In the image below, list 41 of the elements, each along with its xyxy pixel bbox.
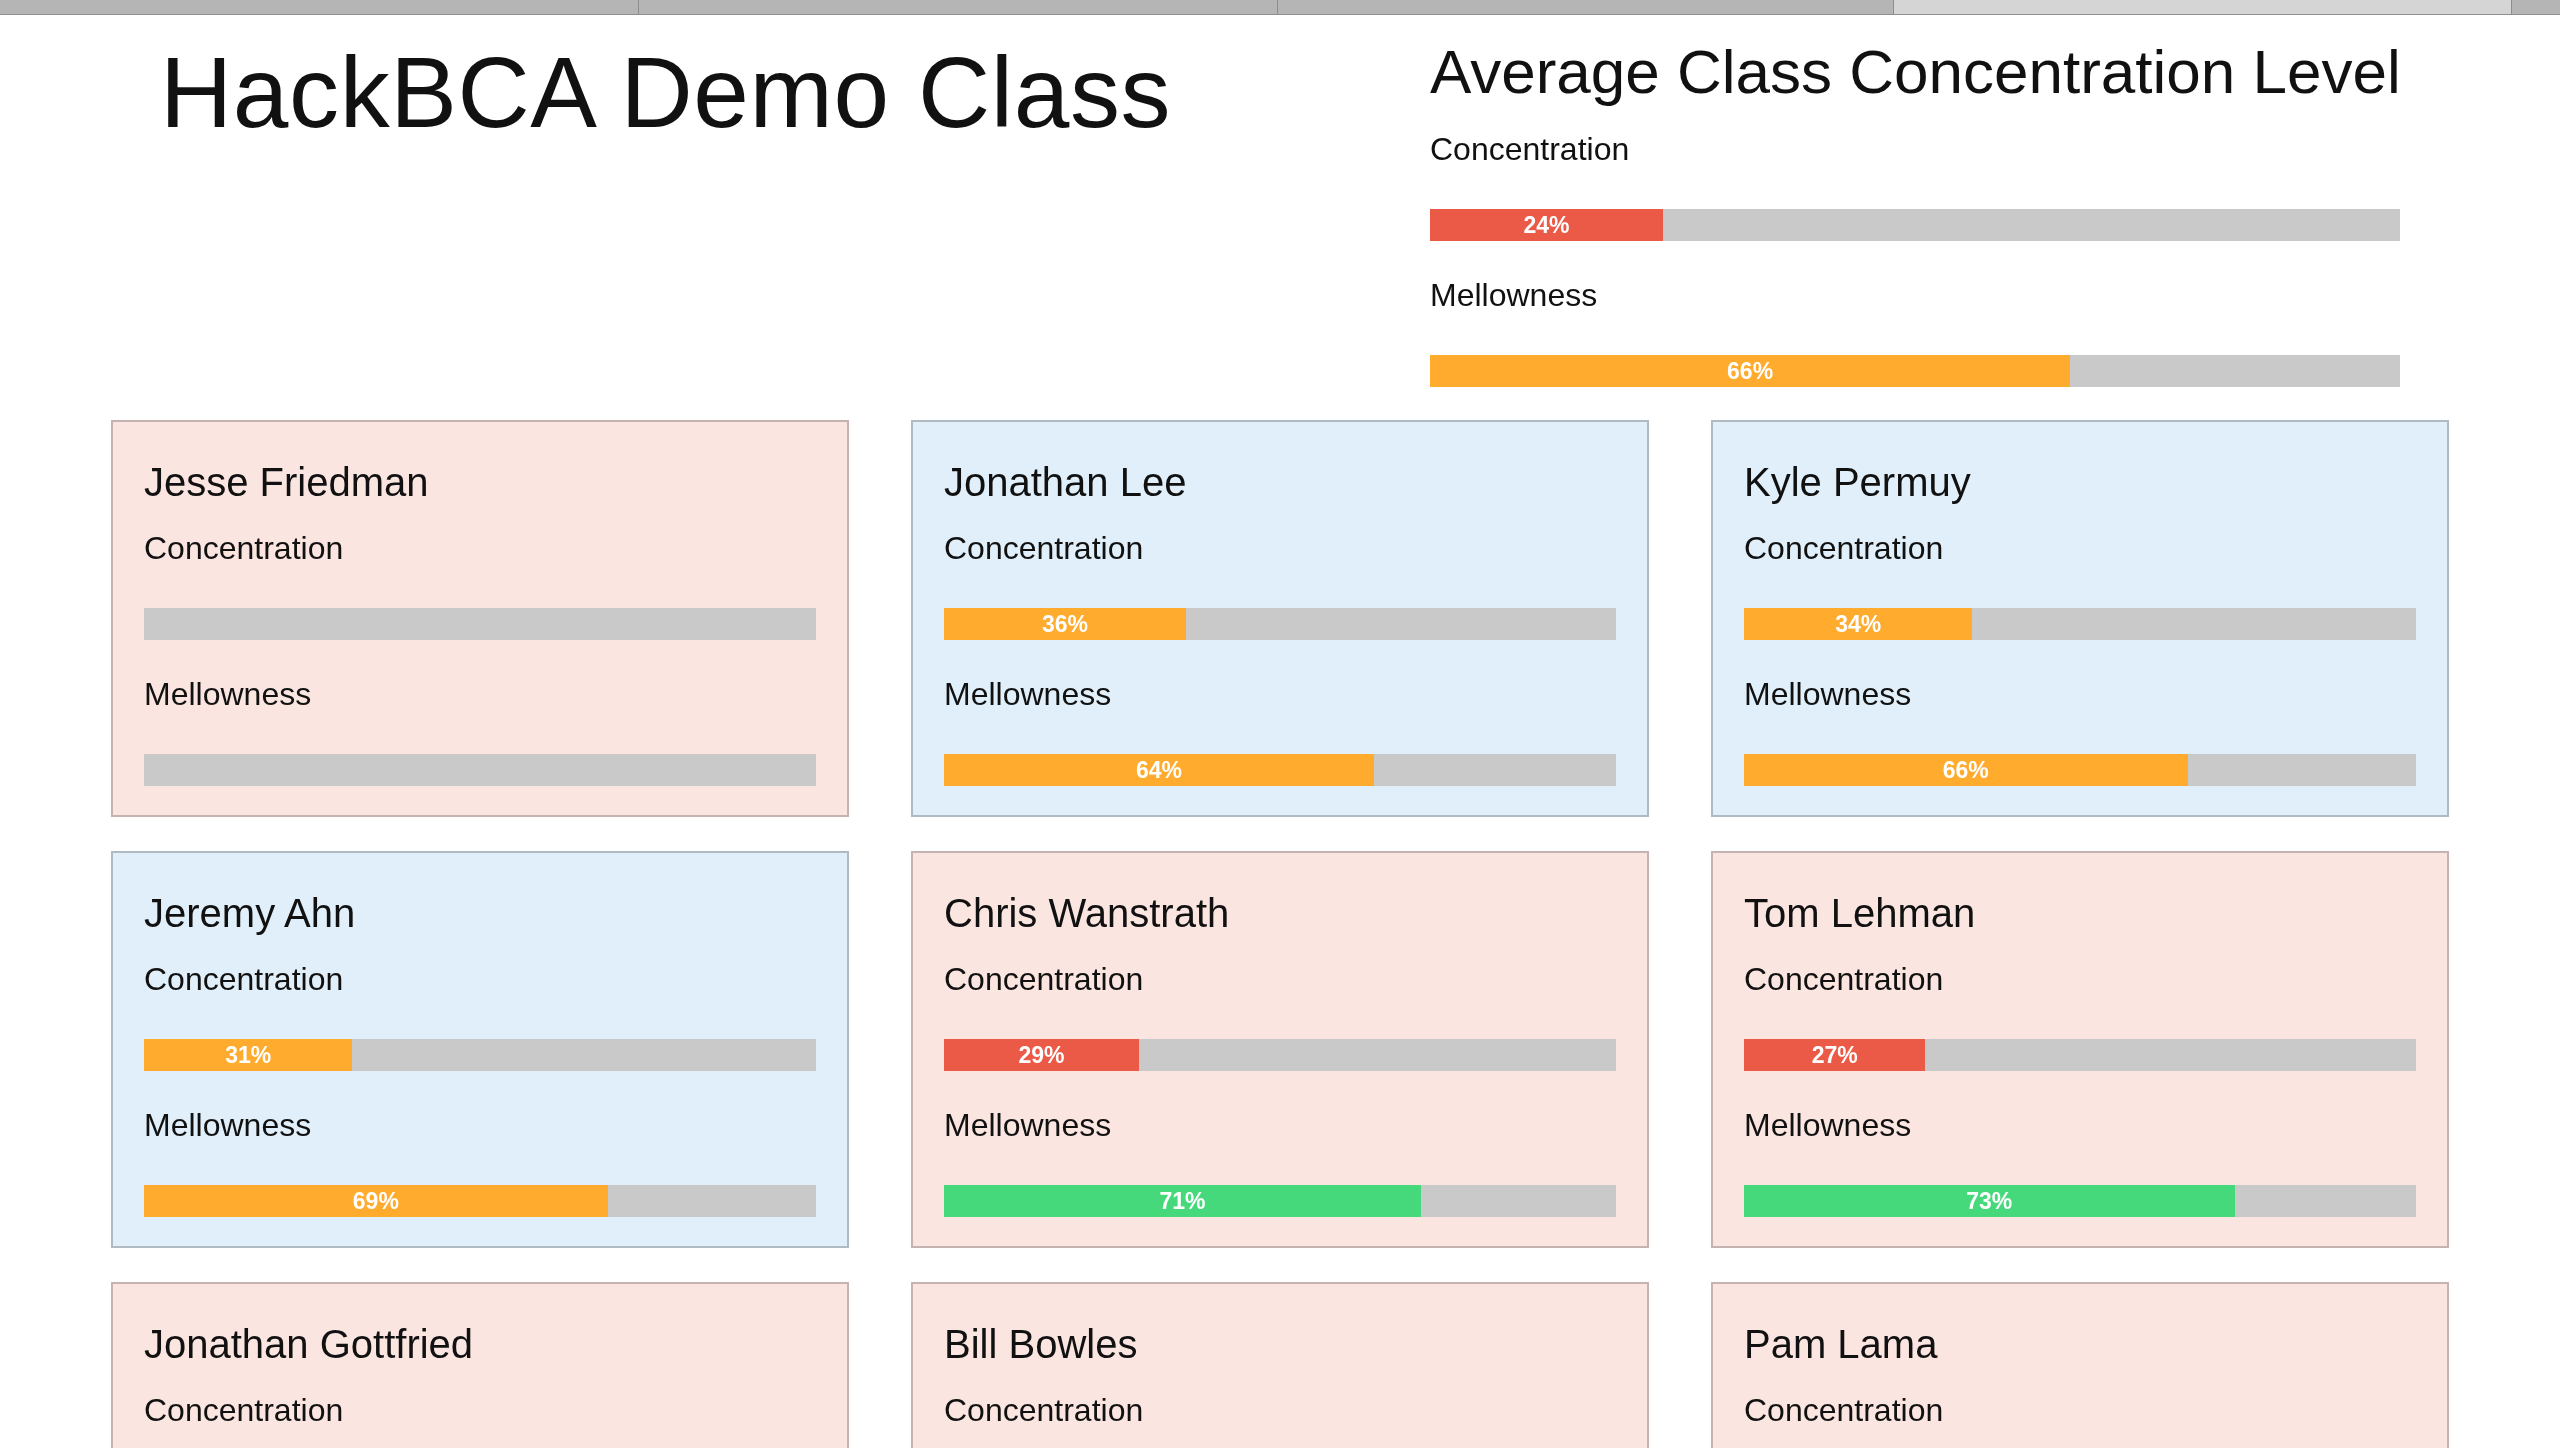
percent-label: 64% — [1136, 756, 1183, 784]
metric-label: Mellowness — [944, 1106, 1112, 1145]
metric-label: Concentration — [944, 960, 1144, 999]
metric-label: Concentration — [1744, 529, 1944, 568]
percent-label: 73% — [1966, 1187, 2013, 1215]
percent-label: 27% — [1811, 1041, 1858, 1069]
metric-label: Concentration — [144, 960, 344, 999]
average-heading: Average Class Concentration Level — [1430, 37, 2401, 107]
percent-label: 71% — [1159, 1187, 1206, 1215]
metric-label: Concentration — [144, 529, 344, 568]
percent-label: 66% — [1727, 357, 1774, 385]
metric-label: Concentration — [1744, 960, 1944, 999]
percent-label: 34% — [1835, 610, 1882, 638]
page-title: HackBCA Demo Class — [160, 35, 1172, 150]
student-name: Bill Bowles — [944, 1321, 1138, 1368]
metric-label: Mellowness — [1430, 276, 1598, 315]
student-name: Jonathan Gottfried — [144, 1321, 474, 1368]
percent-label: 66% — [1942, 756, 1989, 784]
metric-label: Concentration — [144, 1391, 344, 1430]
metric-label: Mellowness — [144, 1106, 312, 1145]
metric-label: Concentration — [1744, 1391, 1944, 1430]
metric-label: Concentration — [1430, 130, 1630, 169]
student-name: Jeremy Ahn — [144, 890, 356, 937]
student-name: Kyle Permuy — [1744, 459, 1971, 506]
percent-label: 69% — [352, 1187, 399, 1215]
percent-label: 36% — [1041, 610, 1088, 638]
metric-label: Concentration — [944, 1391, 1144, 1430]
student-name: Jonathan Lee — [944, 459, 1187, 506]
percent-label: 31% — [225, 1041, 272, 1069]
browser-tab[interactable] — [1894, 0, 2512, 14]
metric-label: Concentration — [944, 529, 1144, 568]
percent-label: 29% — [1018, 1041, 1065, 1069]
percent-label: 24% — [1523, 211, 1570, 239]
student-name: Tom Lehman — [1744, 890, 1976, 937]
metric-label: Mellowness — [1744, 1106, 1912, 1145]
metric-label: Mellowness — [144, 675, 312, 714]
student-name: Jesse Friedman — [144, 459, 429, 506]
student-name: Chris Wanstrath — [944, 890, 1230, 937]
metric-label: Mellowness — [944, 675, 1112, 714]
metric-label: Mellowness — [1744, 675, 1912, 714]
student-name: Pam Lama — [1744, 1321, 1938, 1368]
